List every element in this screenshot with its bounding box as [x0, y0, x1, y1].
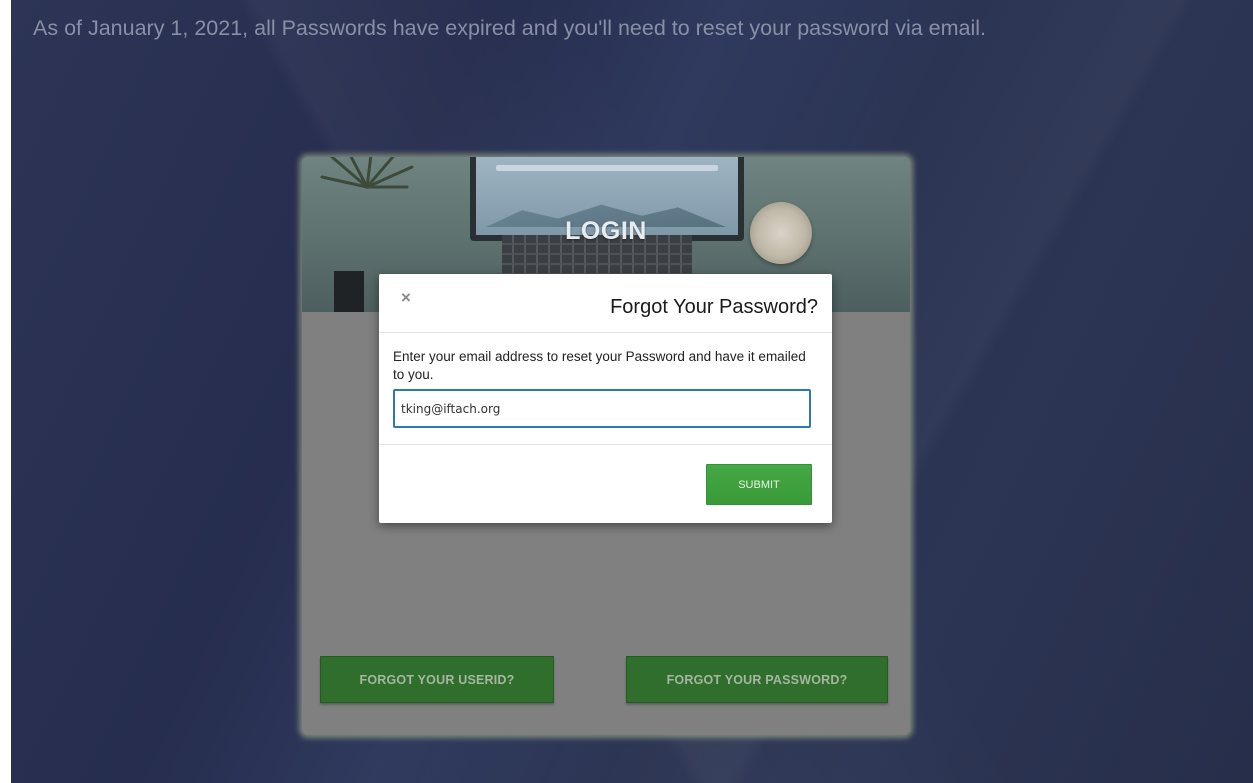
modal-footer-divider: [379, 444, 832, 445]
plant-icon: [320, 157, 414, 189]
password-expiry-notice: As of January 1, 2021, all Passwords hav…: [33, 16, 987, 40]
forgot-password-modal: × Forgot Your Password? Enter your email…: [379, 274, 832, 523]
modal-header: × Forgot Your Password?: [379, 274, 832, 333]
modal-title: Forgot Your Password?: [610, 296, 818, 318]
email-input[interactable]: [393, 389, 811, 428]
notebook-icon: [334, 271, 364, 312]
submit-button[interactable]: SUBMIT: [706, 464, 812, 505]
forgot-password-button[interactable]: FORGOT YOUR PASSWORD?: [626, 656, 888, 703]
forgot-userid-button[interactable]: FORGOT YOUR USERID?: [320, 656, 554, 703]
modal-instructions: Enter your email address to reset your P…: [393, 349, 806, 382]
login-title: LOGIN: [565, 217, 647, 245]
close-icon[interactable]: ×: [397, 288, 415, 308]
